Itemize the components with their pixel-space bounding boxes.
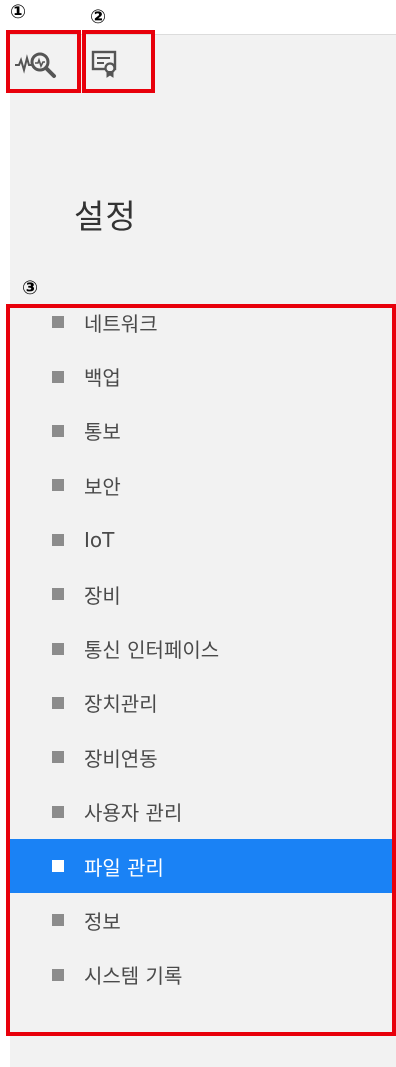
certificate-icon — [90, 49, 120, 79]
menu-item[interactable]: 정보 — [10, 893, 396, 947]
panel-footer — [10, 1037, 396, 1067]
activity-search-button[interactable] — [10, 35, 64, 93]
square-bullet-icon — [52, 696, 64, 709]
certificate-button[interactable] — [78, 35, 132, 93]
square-bullet-icon — [52, 805, 64, 818]
menu-item-label: 정보 — [84, 909, 121, 934]
menu-item-label: 파일 관리 — [84, 855, 164, 880]
callout-1: ① — [10, 1, 27, 23]
menu-item-label: 사용자 관리 — [84, 801, 183, 826]
menu-item-label: 보안 — [84, 474, 121, 499]
menu-item-label: 통보 — [84, 420, 121, 445]
square-bullet-icon — [52, 860, 64, 873]
menu-item-label: 장비 — [84, 583, 121, 608]
square-bullet-icon — [52, 642, 64, 655]
square-bullet-icon — [52, 588, 64, 601]
page-title: 설정 — [74, 197, 137, 236]
top-toolbar — [10, 34, 396, 93]
menu-item[interactable]: 보안 — [10, 458, 396, 512]
menu-item[interactable]: 장비 — [10, 567, 396, 621]
menu-item-label: 장치관리 — [84, 692, 158, 717]
square-bullet-icon — [52, 370, 64, 383]
square-bullet-icon — [52, 914, 64, 927]
menu-item-label: 네트워크 — [84, 311, 158, 336]
menu-item-label: IoT — [84, 527, 115, 552]
menu-item[interactable]: 백업 — [10, 349, 396, 403]
square-bullet-icon — [52, 751, 64, 764]
menu-item[interactable]: 통신 인터페이스 — [10, 621, 396, 675]
menu-item[interactable]: 네트워크 — [10, 295, 396, 349]
menu-item-label: 장비연동 — [84, 746, 158, 771]
menu-item[interactable]: 파일 관리 — [10, 838, 396, 894]
square-bullet-icon — [52, 316, 64, 329]
square-bullet-icon — [52, 533, 64, 546]
menu-item[interactable]: IoT — [10, 513, 396, 567]
menu-item-label: 통신 인터페이스 — [84, 638, 220, 663]
square-bullet-icon — [52, 968, 64, 981]
settings-menu: 네트워크백업통보보안 IoT 장비통신 인터페이스장치관리장비연동사용자 관리파일 … — [10, 295, 396, 1002]
menu-item[interactable]: 장치관리 — [10, 676, 396, 730]
menu-item-label: 백업 — [84, 366, 121, 391]
square-bullet-icon — [52, 479, 64, 492]
square-bullet-icon — [52, 424, 64, 437]
menu-item[interactable]: 통보 — [10, 404, 396, 458]
menu-item[interactable]: 사용자 관리 — [10, 785, 396, 839]
callout-2: ② — [90, 6, 107, 28]
menu-item-label: 시스템 기록 — [84, 964, 183, 989]
menu-item[interactable]: 장비연동 — [10, 730, 396, 784]
menu-item[interactable]: 시스템 기록 — [10, 948, 396, 1002]
activity-search-icon — [13, 49, 61, 79]
